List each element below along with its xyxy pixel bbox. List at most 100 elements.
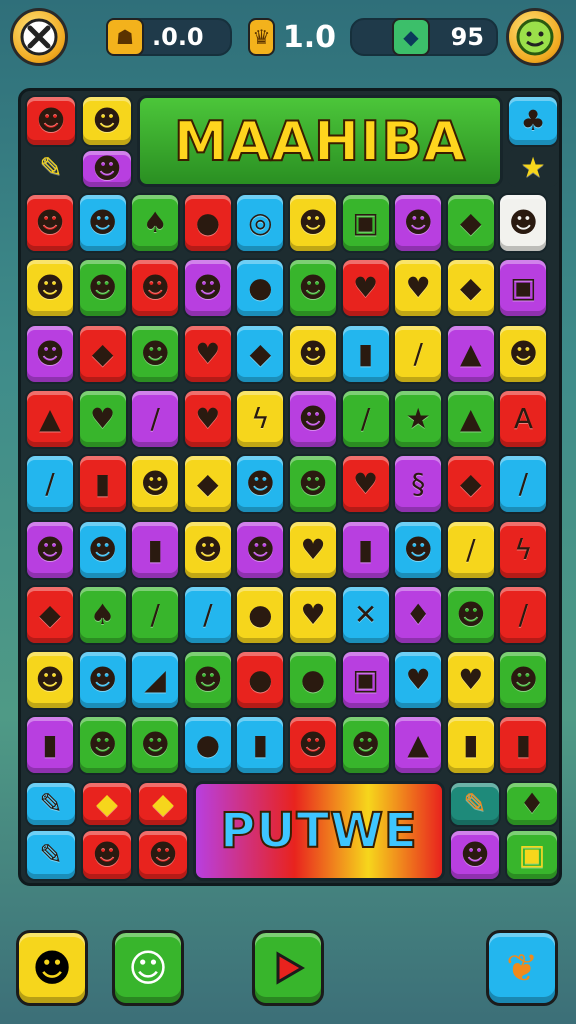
tile-r5-c5[interactable]: ♥ — [288, 519, 338, 580]
tile-r2-c0[interactable]: ☻ — [25, 323, 75, 384]
tile-r7-c0[interactable]: ☻ — [25, 650, 75, 711]
tile-r8-c8[interactable]: ▮ — [445, 715, 496, 776]
tile-r0-c4[interactable]: ◎ — [235, 193, 286, 253]
tile-r2-c3[interactable]: ♥ — [182, 323, 233, 384]
tile-r0-c9[interactable]: ☻ — [498, 193, 549, 253]
tile-bottom-left-5[interactable]: ☻ — [81, 829, 133, 881]
close-button[interactable] — [10, 8, 68, 66]
profile-button[interactable] — [506, 8, 564, 66]
tile-r3-c7[interactable]: ★ — [393, 388, 444, 449]
tile-r5-c0[interactable]: ☻ — [25, 519, 75, 580]
tile-r3-c4[interactable]: ϟ — [235, 388, 286, 449]
tile-r5-c2[interactable]: ▮ — [130, 519, 181, 580]
tile-r6-c3[interactable]: / — [182, 584, 233, 645]
tile-r6-c8[interactable]: ☻ — [445, 584, 496, 645]
tile-r7-c8[interactable]: ♥ — [445, 650, 496, 711]
tile-r8-c4[interactable]: ▮ — [235, 715, 286, 776]
tile-r3-c0[interactable]: ▲ — [25, 388, 75, 449]
tile-bottom-right-3[interactable]: ☻ — [449, 829, 501, 881]
tile-r0-c2[interactable]: ♠ — [130, 193, 181, 253]
tile-r3-c8[interactable]: ▲ — [445, 388, 496, 449]
tile-r5-c9[interactable]: ϟ — [498, 519, 549, 580]
tile-r4-c7[interactable]: § — [393, 454, 444, 515]
tile-r1-c8[interactable]: ◆ — [445, 258, 496, 319]
tile-banner-right-1[interactable]: ♣ — [507, 95, 559, 147]
tile-r6-c4[interactable]: ● — [235, 584, 286, 645]
tile-r2-c5[interactable]: ☻ — [288, 323, 338, 384]
tile-r2-c4[interactable]: ◆ — [235, 323, 286, 384]
tile-r8-c0[interactable]: ▮ — [25, 715, 75, 776]
tile-r4-c2[interactable]: ☻ — [130, 454, 181, 515]
tile-r1-c5[interactable]: ☻ — [288, 258, 338, 319]
tile-r0-c7[interactable]: ☻ — [393, 193, 444, 253]
robot-button[interactable]: ☺ — [112, 930, 184, 1006]
tile-r0-c8[interactable]: ◆ — [445, 193, 496, 253]
tile-r5-c7[interactable]: ☻ — [393, 519, 444, 580]
tile-r3-c1[interactable]: ♥ — [77, 388, 128, 449]
tile-r3-c9[interactable]: A — [498, 388, 549, 449]
tile-r7-c9[interactable]: ☻ — [498, 650, 549, 711]
tile-r4-c3[interactable]: ◆ — [182, 454, 233, 515]
tile-r2-c8[interactable]: ▲ — [445, 323, 496, 384]
tile-r7-c6[interactable]: ▣ — [340, 650, 391, 711]
tile-r0-c6[interactable]: ▣ — [340, 193, 391, 253]
tile-r3-c6[interactable]: / — [340, 388, 391, 449]
tile-r7-c3[interactable]: ☻ — [182, 650, 233, 711]
tile-r0-c1[interactable]: ☻ — [77, 193, 128, 253]
tile-r1-c0[interactable]: ☻ — [25, 258, 75, 319]
tile-r3-c2[interactable]: / — [130, 388, 181, 449]
tile-r5-c3[interactable]: ☻ — [182, 519, 233, 580]
tile-banner-left-1[interactable]: ☻ — [25, 95, 77, 147]
tile-r8-c9[interactable]: ▮ — [498, 715, 549, 776]
tile-banner-left-2[interactable]: ☻ — [81, 95, 133, 147]
tile-r1-c6[interactable]: ♥ — [340, 258, 391, 319]
tile-r1-c3[interactable]: ☻ — [182, 258, 233, 319]
tile-bottom-left-2[interactable]: ◆ — [81, 781, 133, 827]
tile-r1-c9[interactable]: ▣ — [498, 258, 549, 319]
tile-r6-c1[interactable]: ♠ — [77, 584, 128, 645]
tile-r2-c1[interactable]: ◆ — [77, 323, 128, 384]
tile-r8-c3[interactable]: ● — [182, 715, 233, 776]
tile-r7-c1[interactable]: ☻ — [77, 650, 128, 711]
tile-r6-c2[interactable]: / — [130, 584, 181, 645]
tile-r7-c7[interactable]: ♥ — [393, 650, 444, 711]
tile-r0-c3[interactable]: ● — [182, 193, 233, 253]
tile-r0-c5[interactable]: ☻ — [288, 193, 338, 253]
tile-r5-c4[interactable]: ☻ — [235, 519, 286, 580]
tile-r3-c5[interactable]: ☻ — [288, 388, 338, 449]
character-button[interactable]: ☻ — [16, 930, 88, 1006]
tile-r2-c7[interactable]: / — [393, 323, 444, 384]
tile-r8-c2[interactable]: ☻ — [130, 715, 181, 776]
tile-r4-c1[interactable]: ▮ — [77, 454, 128, 515]
tile-r7-c5[interactable]: ● — [288, 650, 338, 711]
play-button[interactable] — [252, 930, 324, 1006]
tile-r3-c3[interactable]: ♥ — [182, 388, 233, 449]
tile-r6-c9[interactable]: / — [498, 584, 549, 645]
tile-r5-c8[interactable]: / — [445, 519, 496, 580]
tile-r4-c4[interactable]: ☻ — [235, 454, 286, 515]
tile-r6-c0[interactable]: ◆ — [25, 584, 75, 645]
tile-r5-c6[interactable]: ▮ — [340, 519, 391, 580]
tile-r2-c2[interactable]: ☻ — [130, 323, 181, 384]
tile-bottom-right-4[interactable]: ▣ — [505, 829, 559, 881]
tile-r6-c5[interactable]: ♥ — [288, 584, 338, 645]
tile-r4-c5[interactable]: ☻ — [288, 454, 338, 515]
tile-r7-c2[interactable]: ◢ — [130, 650, 181, 711]
tile-banner-left-4[interactable]: ☻ — [81, 149, 133, 189]
tile-r8-c6[interactable]: ☻ — [340, 715, 391, 776]
tile-r0-c0[interactable]: ☻ — [25, 193, 75, 253]
tile-bottom-left-4[interactable]: ✎ — [25, 829, 77, 881]
tile-r1-c4[interactable]: ● — [235, 258, 286, 319]
tile-bottom-left-1[interactable]: ✎ — [25, 781, 77, 827]
tile-r6-c7[interactable]: ♦ — [393, 584, 444, 645]
tile-r2-c9[interactable]: ☻ — [498, 323, 549, 384]
leaf-button[interactable]: ❦ — [486, 930, 558, 1006]
tile-r6-c6[interactable]: ✕ — [340, 584, 391, 645]
tile-r1-c7[interactable]: ♥ — [393, 258, 444, 319]
tile-r8-c7[interactable]: ▲ — [393, 715, 444, 776]
tile-r1-c1[interactable]: ☻ — [77, 258, 128, 319]
tile-r4-c0[interactable]: / — [25, 454, 75, 515]
tile-r4-c9[interactable]: / — [498, 454, 549, 515]
tile-r4-c8[interactable]: ◆ — [445, 454, 496, 515]
tile-r2-c6[interactable]: ▮ — [340, 323, 391, 384]
